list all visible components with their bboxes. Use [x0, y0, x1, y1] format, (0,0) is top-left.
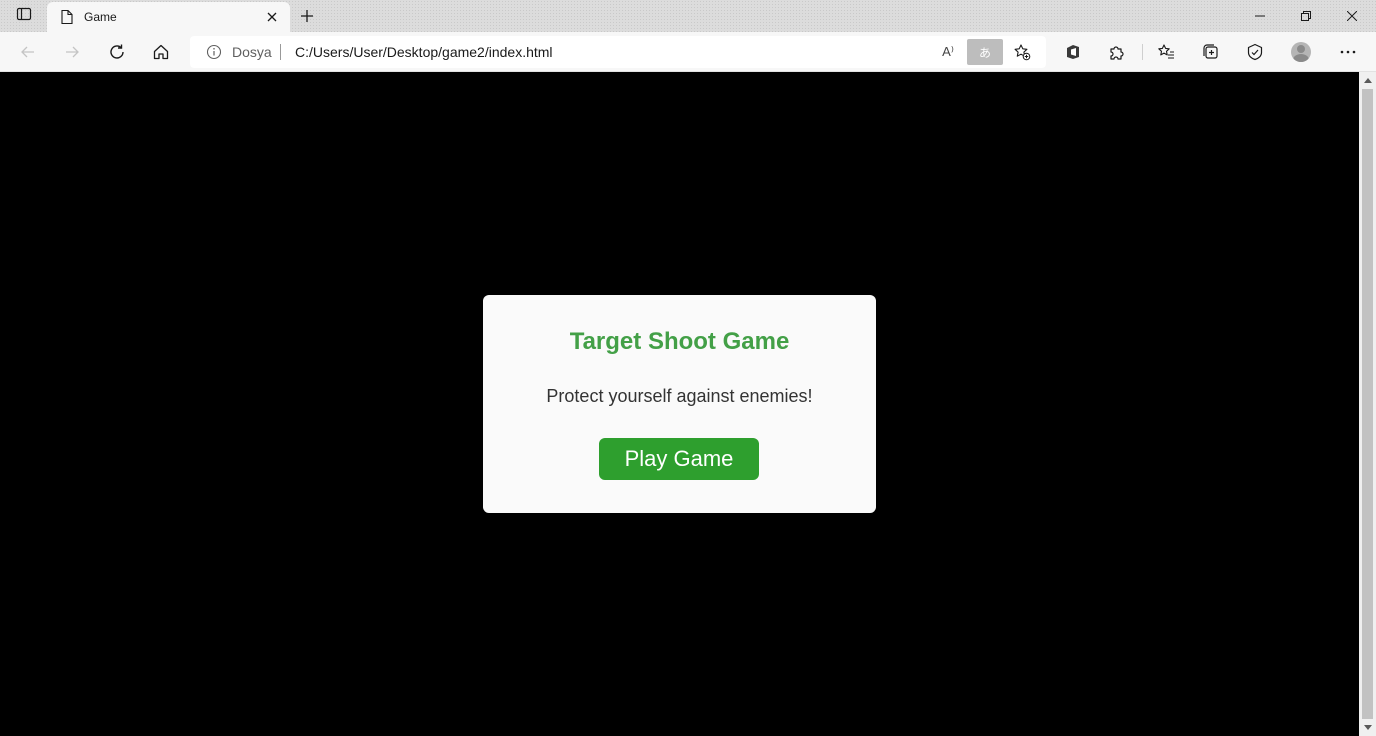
close-window-button[interactable]	[1329, 0, 1375, 32]
close-tab-button[interactable]	[260, 5, 284, 29]
tab-strip: Game	[0, 0, 1376, 32]
scroll-down-button[interactable]	[1359, 719, 1376, 736]
refresh-button[interactable]	[101, 36, 133, 68]
start-dialog: Target Shoot Game Protect yourself again…	[483, 295, 876, 513]
back-icon	[21, 46, 34, 58]
game-title: Target Shoot Game	[569, 328, 790, 355]
favorites-button[interactable]	[1150, 36, 1182, 68]
more-icon	[1340, 50, 1356, 54]
address-bar[interactable]: Dosya C:/Users/User/Desktop/game2/index.…	[190, 36, 1046, 68]
forward-icon	[66, 46, 79, 58]
game-viewport[interactable]: Target Shoot Game Protect yourself again…	[0, 72, 1359, 736]
info-icon	[206, 44, 222, 60]
refresh-icon	[110, 44, 124, 59]
page-icon	[59, 9, 75, 25]
close-window-icon	[1347, 11, 1357, 21]
add-favorite-button[interactable]	[1010, 40, 1034, 64]
play-game-button[interactable]: Play Game	[599, 438, 759, 480]
favorites-icon	[1158, 44, 1174, 59]
translate-button[interactable]: あ	[967, 39, 1003, 65]
site-info-button[interactable]	[206, 44, 222, 60]
home-icon	[153, 44, 169, 60]
url-text[interactable]: C:/Users/User/Desktop/game2/index.html	[295, 44, 553, 60]
new-tab-button[interactable]	[294, 3, 320, 29]
scroll-up-icon	[1363, 78, 1372, 83]
scroll-up-button[interactable]	[1359, 72, 1376, 89]
browser-toolbar: Dosya C:/Users/User/Desktop/game2/index.…	[0, 32, 1376, 72]
scroll-thumb[interactable]	[1362, 89, 1373, 719]
browser-essentials-button[interactable]	[1239, 36, 1271, 68]
restore-button[interactable]	[1283, 0, 1329, 32]
more-button[interactable]	[1332, 36, 1364, 68]
forward-button[interactable]	[56, 36, 88, 68]
tab-title: Game	[84, 10, 117, 24]
vertical-scrollbar[interactable]	[1359, 72, 1376, 736]
read-aloud-icon: A⁾	[942, 44, 954, 59]
read-aloud-button[interactable]: A⁾	[936, 40, 960, 64]
translate-icon: あ	[978, 45, 991, 60]
browser-essentials-icon	[1247, 43, 1263, 61]
office-button[interactable]	[1057, 36, 1089, 68]
close-icon	[267, 12, 277, 22]
browser-window: Game Dosya C:/Users/User/Desktop/game2/i…	[0, 0, 1376, 736]
extensions-icon	[1110, 46, 1124, 60]
scroll-down-icon	[1363, 725, 1372, 730]
minimize-icon	[1255, 15, 1265, 17]
profile-button[interactable]	[1285, 36, 1317, 68]
tab-game[interactable]: Game	[47, 2, 290, 32]
collections-icon	[1203, 44, 1218, 59]
minimize-button[interactable]	[1237, 0, 1283, 32]
site-info-label[interactable]: Dosya	[232, 44, 272, 60]
toolbar-divider	[1142, 44, 1143, 60]
restore-icon	[1301, 11, 1311, 21]
tab-actions-icon	[16, 6, 32, 27]
plus-icon	[301, 10, 313, 22]
game-subtitle: Protect yourself against enemies!	[546, 386, 813, 406]
home-button[interactable]	[145, 36, 177, 68]
address-divider	[280, 44, 281, 60]
back-button[interactable]	[12, 36, 44, 68]
collections-button[interactable]	[1194, 36, 1226, 68]
tab-actions-menu[interactable]	[6, 3, 42, 30]
office-icon	[1067, 45, 1079, 59]
extensions-button[interactable]	[1101, 36, 1133, 68]
add-favorite-icon	[1014, 44, 1031, 61]
profile-avatar	[1291, 42, 1311, 62]
